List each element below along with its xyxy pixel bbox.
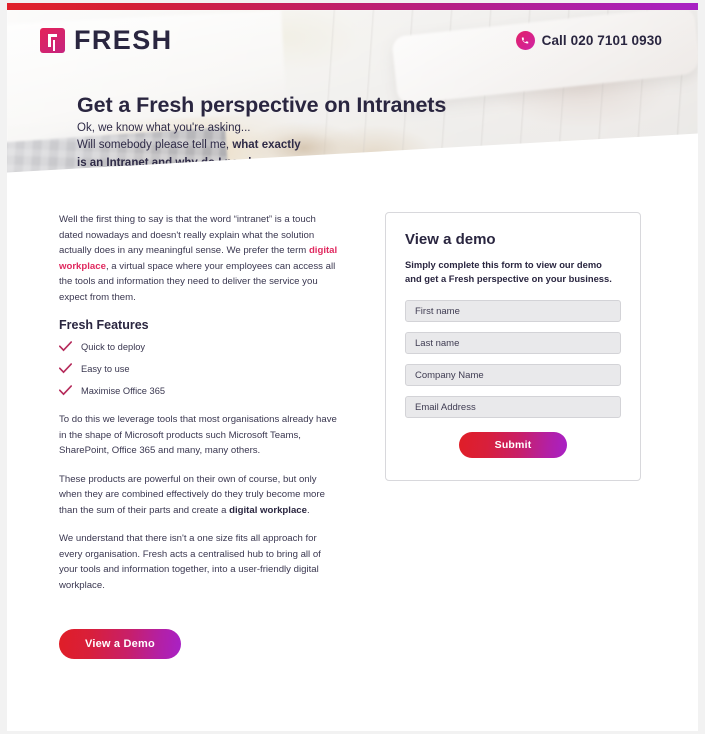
hero-subtitle-line-1: Ok, we know what you're asking... [77,122,251,134]
hero-title-bold: Fresh [136,93,195,118]
submit-row: Submit [405,432,621,459]
first-name-input[interactable] [405,300,621,323]
hero-title-prefix: Get a [77,93,137,118]
list-item: Easy to use [59,363,340,374]
check-icon [59,341,72,352]
combined-paragraph: These products are powerful on their own… [59,472,340,519]
last-name-input[interactable] [405,332,621,355]
email-address-input[interactable] [405,396,621,419]
list-item: Maximise Office 365 [59,385,340,396]
features-list: Quick to deploy Easy to use Maximise Off… [59,341,340,396]
intro-paragraph: Well the first thing to say is that the … [59,212,340,305]
brand-logo[interactable]: FRESH [40,25,173,56]
feature-label: Easy to use [81,363,130,374]
feature-label: Maximise Office 365 [81,385,166,396]
demo-form-card: View a demo Simply complete this form to… [385,212,641,482]
form-subtitle: Simply complete this form to view our de… [405,259,612,284]
hero-subtitle-line-2-plain: Will somebody please tell me, [77,139,233,152]
hero-section: FRESH Call 020 7101 0930 Get a Fresh per… [7,10,698,200]
page-root: FRESH Call 020 7101 0930 Get a Fresh per… [0,0,705,734]
list-item: Quick to deploy [59,341,340,352]
brand-gradient-bar [7,3,698,10]
landing-page-frame: FRESH Call 020 7101 0930 Get a Fresh per… [7,3,698,731]
view-a-demo-button[interactable]: View a Demo [59,628,181,659]
form-title: View a demo [405,231,496,248]
company-name-input[interactable] [405,364,621,387]
hero-subtitle-line-2-bold: what exactly [232,139,301,152]
brand-logo-text: FRESH [74,25,173,55]
hero-title-suffix: perspective on Intranets [194,93,447,118]
feature-label: Quick to deploy [81,341,146,352]
call-phone-label: Call 020 7101 0930 [541,33,662,48]
hero-subtitle-line-2: Will somebody please tell me, what exact… [77,137,301,154]
hero-title: Get a Fresh perspective on Intranets [77,93,446,118]
tools-paragraph: To do this we leverage tools that most o… [59,414,337,457]
hub-paragraph: We understand that there isn't a one siz… [59,533,321,591]
digital-workplace-bold: digital workplace [229,504,307,516]
fresh-f-logo-icon [40,28,65,53]
check-icon [59,385,72,396]
phone-circle-icon [515,31,535,50]
check-icon [59,363,72,374]
combined-paragraph-part-b: . [306,504,310,516]
features-heading: Fresh Features [59,318,149,333]
call-phone-link[interactable]: Call 020 7101 0930 [515,31,662,50]
intro-paragraph-part-a: Well the first thing to say is that the … [59,214,316,257]
submit-button[interactable]: Submit [458,432,568,459]
content-left-column: Well the first thing to say is that the … [59,212,340,659]
